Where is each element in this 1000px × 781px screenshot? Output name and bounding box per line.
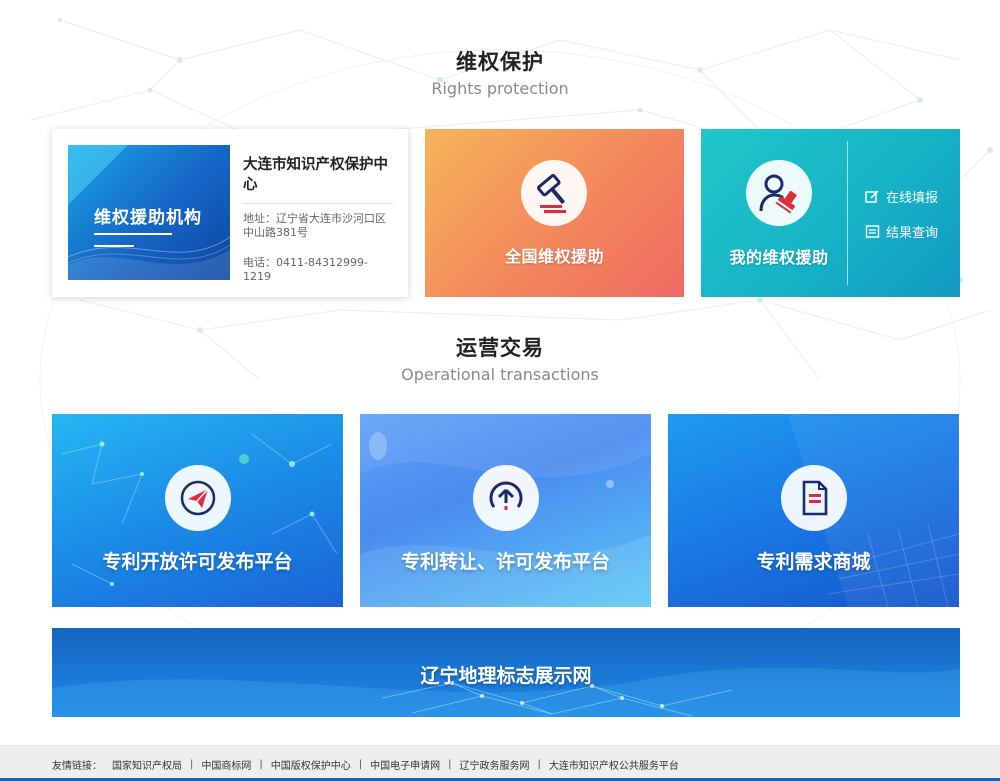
aid-agency-banner: 维权援助机构 <box>68 145 230 280</box>
result-query-link[interactable]: 结果查询 <box>865 222 938 241</box>
rights-subtitle: Rights protection <box>431 79 569 98</box>
banner-text: 维权援助机构 <box>94 208 202 228</box>
national-aid-card[interactable]: 全国维权援助 <box>425 129 684 297</box>
org-info: 大连市知识产权保护中心 地址：辽宁省大连市沙河口区中山路381号 电话：0411… <box>243 155 393 283</box>
transfer-license-platform-card[interactable]: 专利转让、许可发布平台 <box>360 414 651 607</box>
transactions-section-header: 运营交易 Operational transactions <box>0 332 1000 384</box>
my-aid-label[interactable]: 我的维权援助 <box>701 244 857 268</box>
user-stamp-icon[interactable] <box>746 160 812 226</box>
geographic-indication-card[interactable]: 辽宁地理标志展示网 <box>52 628 960 717</box>
footer: 友情链接： 国家知识产权局 | 中国商标网 | 中国版权保护中心 | 中国电子申… <box>0 745 1000 781</box>
transactions-subtitle: Operational transactions <box>401 365 599 384</box>
protection-center-card[interactable]: 维权援助机构 大连市知识产权保护中心 地址：辽宁省大连市沙河口区中山路381号 … <box>52 129 408 297</box>
footer-link-e-filing[interactable]: 中国电子申请网 <box>370 757 440 772</box>
footer-separator: | <box>358 759 363 770</box>
open-license-platform-label: 专利开放许可发布平台 <box>102 551 293 573</box>
geographic-indication-label: 辽宁地理标志展示网 <box>420 665 592 687</box>
patent-demand-mall-card[interactable]: 专利需求商城 <box>668 414 959 607</box>
friendly-links-label: 友情链接： <box>52 761 102 772</box>
footer-separator: | <box>537 759 541 770</box>
banner-underline <box>94 233 172 235</box>
org-address: 地址：辽宁省大连市沙河口区中山路381号 <box>243 212 386 239</box>
friendly-links: 友情链接： 国家知识产权局 | 中国商标网 | 中国版权保护中心 | 中国电子申… <box>52 757 679 772</box>
open-license-platform-card[interactable]: 专利开放许可发布平台 <box>52 414 343 607</box>
footer-separator: | <box>190 759 194 770</box>
footer-separator: | <box>448 759 452 770</box>
my-aid-card: 我的维权援助 在线填报 结果查询 <box>701 129 960 297</box>
footer-link-trademark[interactable]: 中国商标网 <box>201 757 251 772</box>
footer-link-dalian-ip[interactable]: 大连市知识产权公共服务平台 <box>549 757 679 772</box>
document-icon <box>781 465 847 531</box>
gavel-icon <box>521 160 587 226</box>
online-filing-link[interactable]: 在线填报 <box>865 187 938 206</box>
footer-separator: | <box>259 759 263 770</box>
edit-icon <box>865 190 879 203</box>
rights-section-header: 维权保护 Rights protection <box>0 46 1000 98</box>
paper-plane-icon <box>165 465 231 531</box>
footer-link-liaoning-gov[interactable]: 辽宁政务服务网 <box>460 757 530 772</box>
upload-arrow-icon <box>473 465 539 531</box>
transactions-title: 运营交易 <box>456 336 544 360</box>
list-icon <box>865 225 880 238</box>
result-query-label: 结果查询 <box>886 226 939 241</box>
national-aid-label: 全国维权援助 <box>504 247 604 266</box>
banner-underline-short <box>94 245 134 247</box>
patent-demand-mall-label: 专利需求商城 <box>756 551 871 573</box>
footer-link-copyright[interactable]: 中国版权保护中心 <box>271 757 351 772</box>
card-divider <box>847 141 848 285</box>
online-filing-label: 在线填报 <box>886 191 939 206</box>
org-phone: 电话：0411-84312999-1219 <box>243 256 368 283</box>
org-name: 大连市知识产权保护中心 <box>243 155 393 204</box>
transfer-license-platform-label: 专利转让、许可发布平台 <box>400 551 610 573</box>
rights-title: 维权保护 <box>456 50 544 74</box>
footer-link-cnipa[interactable]: 国家知识产权局 <box>112 757 182 772</box>
